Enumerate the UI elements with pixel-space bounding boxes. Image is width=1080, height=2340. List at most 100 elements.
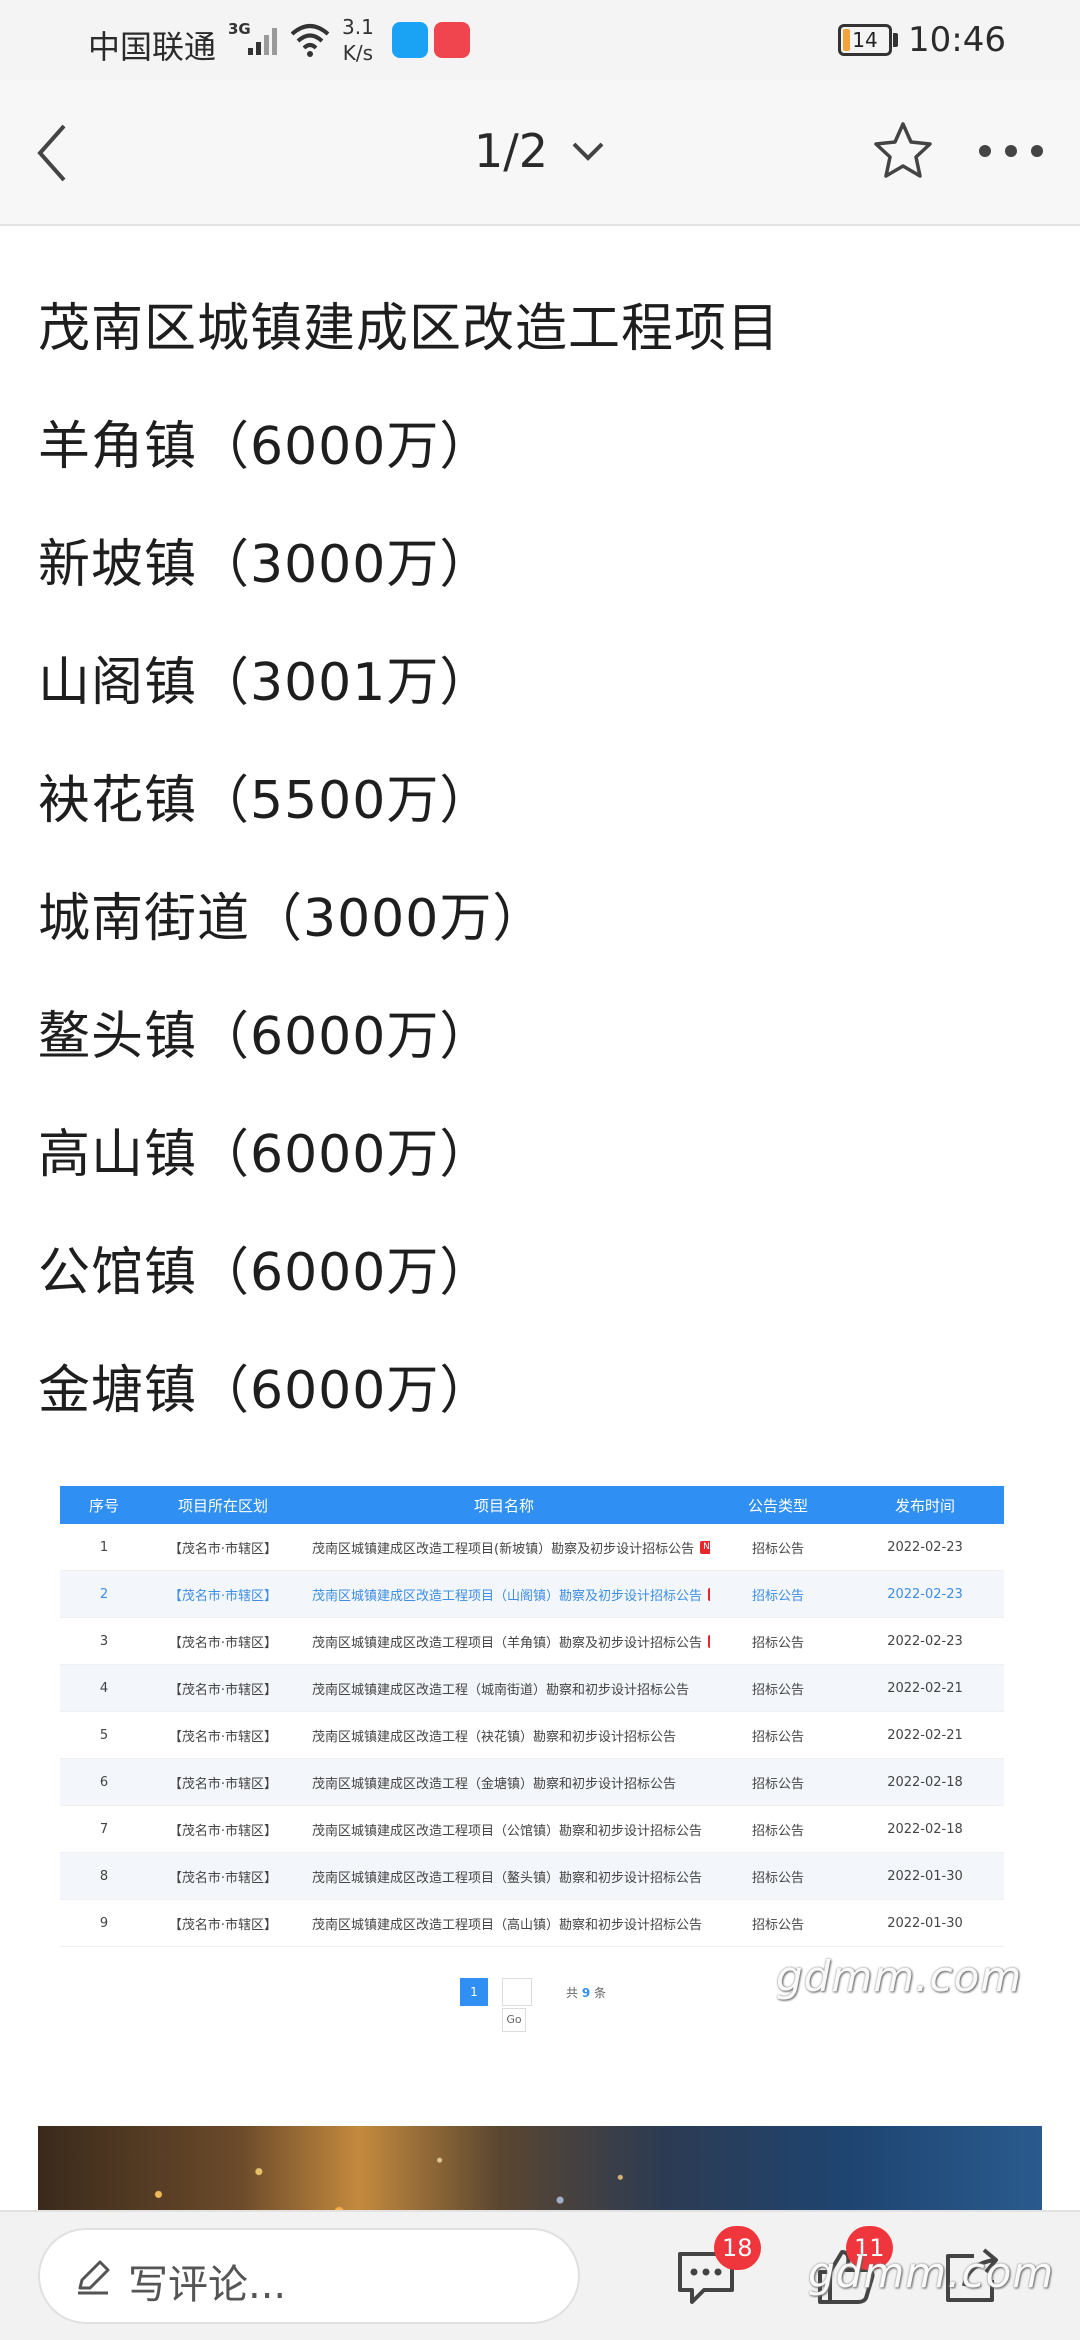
star-icon[interactable] [872,120,934,182]
cell-region: 【茂名市·市辖区】 [168,1541,278,1557]
cell-type: 招标公告 [751,1588,804,1604]
cell-date: 2022-02-23 [887,1586,963,1602]
cell-name: 茂南区城镇建成区改造工程（金塘镇）勘察和初步设计招标公告 [298,1773,710,1792]
top-nav-bar: 1/2 [0,80,1080,226]
cell-type: 招标公告 [751,1917,804,1933]
cell-type: 招标公告 [751,1870,804,1886]
cell-date: 2022-01-30 [887,1915,963,1931]
cell-name: 茂南区城镇建成区改造工程项目（羊角镇）勘察及初步设计招标公告NEW [298,1632,710,1651]
article-line: 公馆镇（6000万） [38,1243,493,1303]
table-row: 6 【茂名市·市辖区】 茂南区城镇建成区改造工程（金塘镇）勘察和初步设计招标公告 招标… [60,1759,1004,1806]
cell-no: 2 [99,1586,109,1602]
article-line: 羊角镇（6000万） [38,417,493,477]
signal-icon [248,28,277,55]
cell-no: 8 [99,1868,109,1884]
cell-no: 5 [99,1727,109,1743]
cell-no: 6 [99,1774,109,1790]
search-app-icon [392,22,428,58]
back-arrow-icon[interactable] [28,120,76,186]
cell-name-text: 茂南区城镇建成区改造工程（袂花镇）勘察和初步设计招标公告 [312,1729,677,1745]
article-line: 金塘镇（6000万） [38,1361,493,1421]
table-row: 4 【茂名市·市辖区】 茂南区城镇建成区改造工程（城南街道）勘察和初步设计招标公告 招… [60,1665,1004,1712]
cell-date: 2022-02-21 [887,1727,963,1743]
cell-name-text: 茂南区城镇建成区改造工程（城南街道）勘察和初步设计招标公告 [312,1682,690,1698]
cell-date: 2022-01-30 [887,1868,963,1884]
chevron-down-icon[interactable] [570,140,606,164]
cell-date: 2022-02-21 [887,1680,963,1696]
cell-region: 【茂名市·市辖区】 [168,1823,278,1839]
page-jump-input [502,1978,532,2006]
cell-no: 1 [99,1539,109,1555]
comments-count-badge: 18 [714,2226,761,2270]
speed-value: 3.1 [342,15,374,39]
table-body: 1 【茂名市·市辖区】 茂南区城镇建成区改造工程项目(新坡镇）勘察及初步设计招标公告… [60,1524,1004,1947]
cell-name-text: 茂南区城镇建成区改造工程项目(新坡镇）勘察及初步设计招标公告 [312,1541,695,1557]
cell-name: 茂南区城镇建成区改造工程项目（公馆镇）勘察和初步设计招标公告 [298,1820,710,1839]
cell-name-text: 茂南区城镇建成区改造工程项目（高山镇）勘察和初步设计招标公告 [312,1917,703,1933]
article-line: 鳌头镇（6000万） [38,1007,493,1067]
cell-date: 2022-02-18 [887,1821,963,1837]
cell-type: 招标公告 [751,1823,804,1839]
cell-no: 7 [99,1821,109,1837]
table-row: 1 【茂名市·市辖区】 茂南区城镇建成区改造工程项目(新坡镇）勘察及初步设计招标公告… [60,1524,1004,1571]
cell-name: 茂南区城镇建成区改造工程项目（鳌头镇）勘察和初步设计招标公告 [298,1867,710,1886]
cell-name: 茂南区城镇建成区改造工程项目（高山镇）勘察和初步设计招标公告 [298,1914,710,1933]
cell-no: 3 [99,1633,109,1649]
article-heading: 茂南区城镇建成区改造工程项目 [38,299,781,359]
cell-name: 茂南区城镇建成区改造工程项目(新坡镇）勘察及初步设计招标公告 NEW [298,1538,710,1557]
total-prefix: 共 [566,1986,579,2000]
cell-name: 茂南区城镇建成区改造工程（城南街道）勘察和初步设计招标公告 [298,1679,710,1698]
cell-type: 招标公告 [751,1682,804,1698]
cell-name-text: 茂南区城镇建成区改造工程（金塘镇）勘察和初步设计招标公告 [312,1776,677,1792]
header-name: 项目名称 [473,1496,534,1515]
current-page: 1 [460,1978,488,2006]
table-row: 2 【茂名市·市辖区】 茂南区城镇建成区改造工程项目（山阁镇）勘察及初步设计招标公告… [60,1571,1004,1618]
table-row: 9 【茂名市·市辖区】 茂南区城镇建成区改造工程项目（高山镇）勘察和初步设计招标公告… [60,1900,1004,1947]
table-row: 8 【茂名市·市辖区】 茂南区城镇建成区改造工程项目（鳌头镇）勘察和初步设计招标公告… [60,1853,1004,1900]
cell-type: 招标公告 [751,1776,804,1792]
cell-name-text: 茂南区城镇建成区改造工程项目（公馆镇）勘察和初步设计招标公告 [312,1823,703,1839]
table-row: 7 【茂名市·市辖区】 茂南区城镇建成区改造工程项目（公馆镇）勘察和初步设计招标公告… [60,1806,1004,1853]
cell-name-text: 茂南区城镇建成区改造工程项目（山阁镇）勘察及初步设计招标公告 [312,1588,703,1604]
cell-name-text: 茂南区城镇建成区改造工程项目（鳌头镇）勘察和初步设计招标公告 [312,1870,703,1886]
cell-region: 【茂名市·市辖区】 [168,1776,278,1792]
wifi-icon [290,24,330,57]
cell-date: 2022-02-18 [887,1774,963,1790]
table-pager: 1 共 9 条 Go [460,1978,760,2038]
cell-no: 9 [99,1915,109,1931]
watermark: gdmm.com [776,1952,1023,2001]
clock: 10:46 [908,20,1006,60]
table-row: 5 【茂名市·市辖区】 茂南区城镇建成区改造工程（袂花镇）勘察和初步设计招标公告 招标… [60,1712,1004,1759]
tender-table-image[interactable]: 序号 项目所在区划 项目名称 公告类型 发布时间 1 【茂名市·市辖区】 茂南区城镇… [60,1486,1004,1947]
header-no: 序号 [88,1496,119,1515]
battery-icon: 14 [838,24,892,56]
cell-name: 茂南区城镇建成区改造工程项目（山阁镇）勘察及初步设计招标公告NEW [298,1585,710,1604]
header-date: 发布时间 [894,1496,955,1515]
cell-region: 【茂名市·市辖区】 [168,1729,278,1745]
article-line: 新坡镇（3000万） [38,535,493,595]
comment-placeholder: 写评论... [128,2262,287,2308]
comment-input[interactable]: 写评论... [38,2228,580,2324]
cell-type: 招标公告 [751,1729,804,1745]
table-header: 序号 项目所在区划 项目名称 公告类型 发布时间 [60,1486,1004,1524]
cell-region: 【茂名市·市辖区】 [168,1588,278,1604]
cell-name: 茂南区城镇建成区改造工程（袂花镇）勘察和初步设计招标公告 [298,1726,710,1745]
cell-region: 【茂名市·市辖区】 [168,1682,278,1698]
cell-type: 招标公告 [751,1635,804,1651]
header-type: 公告类型 [747,1496,808,1515]
huawei-app-icon [434,22,470,58]
article-line: 城南街道（3000万） [38,889,546,949]
header-region: 项目所在区划 [177,1496,268,1515]
cell-region: 【茂名市·市辖区】 [168,1635,278,1651]
total-count: 共 9 条 [566,1984,606,2001]
article-line: 山阁镇（3001万） [38,653,493,713]
more-dots-icon[interactable] [976,142,1046,160]
go-button: Go [502,2008,526,2032]
cell-date: 2022-02-23 [887,1633,963,1649]
battery-tip [893,33,898,47]
watermark: gdmm.com [808,2248,1055,2297]
speed-unit: K/s [342,41,374,65]
pen-icon [78,2260,110,2295]
cell-name-text: 茂南区城镇建成区改造工程项目（羊角镇）勘察及初步设计招标公告 [312,1635,703,1651]
page-indicator[interactable]: 1/2 [474,124,548,178]
